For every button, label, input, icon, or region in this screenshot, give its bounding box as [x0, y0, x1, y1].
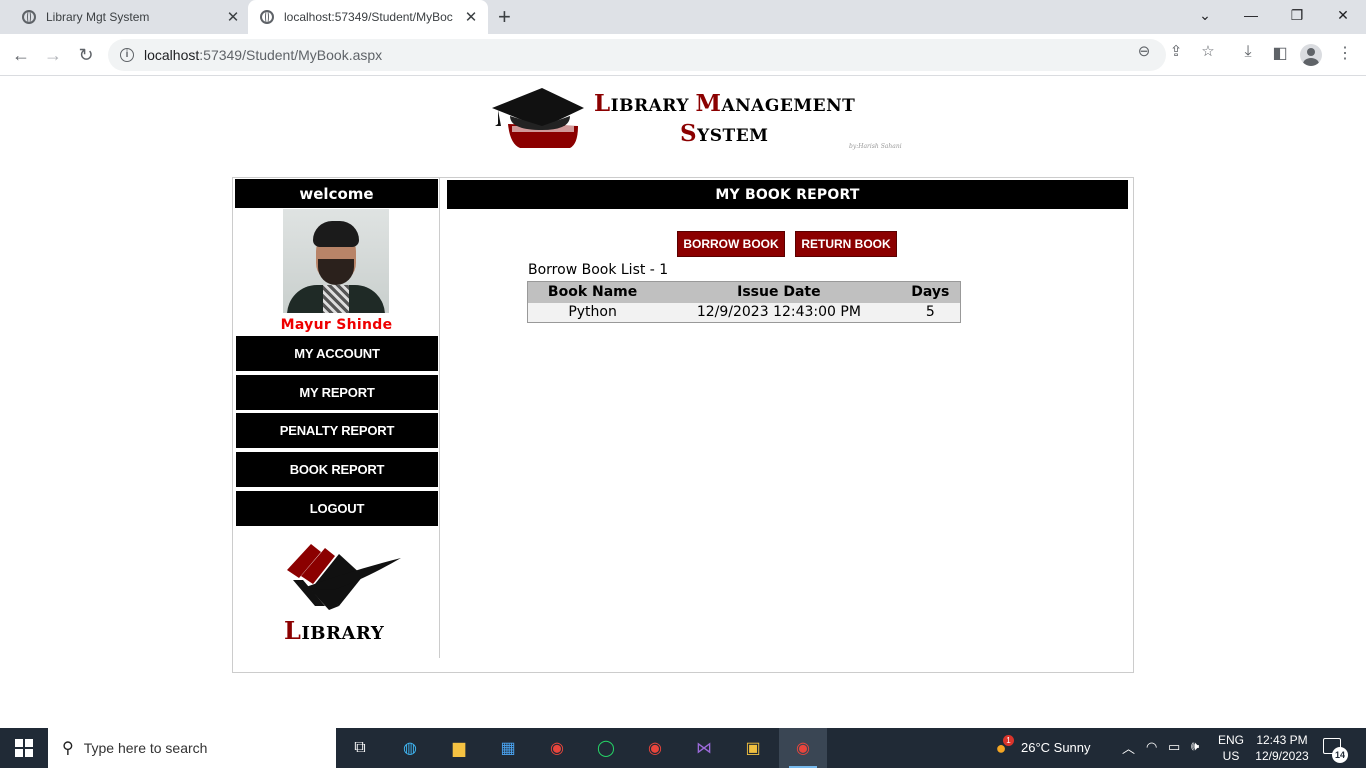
chrome-active-icon[interactable]: ◉	[791, 736, 815, 760]
logo-cap-l: L	[284, 616, 302, 645]
welcome-banner: welcome	[235, 179, 438, 208]
chevron-up-icon[interactable]: ︿	[1122, 738, 1135, 757]
back-arrow-icon[interactable]: ←	[8, 42, 34, 68]
whatsapp-icon[interactable]: ◯	[594, 736, 618, 760]
site-title-line2: SYSTEM	[680, 120, 768, 147]
title-cap-s: S	[680, 120, 698, 147]
start-button[interactable]	[0, 728, 48, 768]
notification-badge: 14	[1332, 747, 1348, 763]
file-explorer-icon[interactable]: ▆	[447, 736, 471, 760]
title-text-c: YSTEM	[697, 126, 769, 146]
browser-tab-bar: Library Mgt System ✕ localhost:57349/Stu…	[0, 0, 1366, 34]
content-area: MY BOOK REPORT BORROW BOOK RETURN BOOK B…	[447, 178, 1129, 658]
site-title-line1: LIBRARY MANAGEMENT	[594, 90, 855, 117]
language-indicator[interactable]: ENG US	[1216, 732, 1246, 764]
search-icon: ⚲	[62, 740, 74, 757]
profile-avatar-icon[interactable]	[1300, 44, 1322, 66]
page-title: MY BOOK REPORT	[447, 180, 1128, 209]
clock-time: 12:43 PM	[1256, 733, 1308, 747]
cell-book-name: Python	[527, 302, 658, 323]
logo-text-rest: IBRARY	[301, 623, 385, 644]
tab-title: localhost:57349/Student/MyBoc	[284, 10, 453, 24]
main-frame: welcome Mayur Shinde MY ACCOUNT MY REPOR…	[232, 177, 1134, 673]
student-photo	[283, 209, 389, 313]
table-header-row: Book Name Issue Date Days	[527, 281, 961, 303]
close-icon[interactable]: ✕	[226, 8, 240, 26]
sidebar: welcome Mayur Shinde MY ACCOUNT MY REPOR…	[233, 178, 440, 658]
store-icon[interactable]: ▦	[496, 736, 520, 760]
side-panel-icon[interactable]: ◧	[1269, 43, 1291, 63]
menu-my-account[interactable]: MY ACCOUNT	[236, 336, 438, 371]
star-icon[interactable]: ☆	[1198, 42, 1218, 60]
borrow-list-caption: Borrow Book List - 1	[528, 262, 669, 278]
volume-icon[interactable]: 🕪	[1191, 738, 1199, 754]
forward-arrow-icon[interactable]: →	[40, 42, 66, 68]
address-path: :57349/Student/MyBook.aspx	[199, 47, 383, 63]
cell-days: 5	[900, 302, 961, 323]
clock-date: 12/9/2023	[1255, 749, 1309, 763]
windows-taskbar: ⚲ Type here to search ⧉ ◍ ▆ ▦ ◉ ◯ ◉ ⋈ ▣ …	[0, 728, 1366, 768]
zoom-icon[interactable]: ⊖	[1134, 42, 1154, 60]
cell-issue-date: 12/9/2023 12:43:00 PM	[657, 302, 901, 323]
globe-icon	[22, 10, 36, 24]
student-name: Mayur Shinde	[280, 317, 393, 333]
library-logo: LIBRARY	[273, 540, 403, 645]
chevron-down-icon[interactable]: ⌄	[1182, 0, 1228, 30]
books-icon	[287, 544, 401, 610]
close-icon[interactable]: ✕	[464, 8, 478, 26]
header-book-name: Book Name	[527, 281, 658, 303]
title-cap-l: L	[594, 90, 611, 117]
title-cap-m: M	[695, 90, 722, 117]
chrome-icon[interactable]: ◉	[545, 736, 569, 760]
browser-toolbar: ← → ↻ i localhost:57349/Student/MyBook.a…	[0, 34, 1366, 76]
menu-book-report[interactable]: BOOK REPORT	[236, 452, 438, 487]
menu-my-report[interactable]: MY REPORT	[236, 375, 438, 410]
chrome-profile-icon[interactable]: ◉	[643, 736, 667, 760]
sticky-app-icon[interactable]: ▣	[741, 736, 765, 760]
restore-icon[interactable]: ❐	[1274, 0, 1320, 30]
download-icon[interactable]: ⤓	[1237, 43, 1259, 61]
windows-logo-icon	[15, 739, 33, 757]
header-issue-date: Issue Date	[657, 281, 901, 303]
taskbar-clock[interactable]: 12:43 PM 12/9/2023	[1252, 732, 1312, 764]
share-icon[interactable]: ⇪	[1166, 42, 1186, 60]
browser-tab-mybook[interactable]: localhost:57349/Student/MyBoc ✕	[248, 0, 488, 34]
title-text-b: ANAGEMENT	[721, 96, 856, 116]
tab-title: Library Mgt System	[46, 10, 150, 24]
globe-icon	[260, 10, 274, 24]
taskbar-search[interactable]: ⚲ Type here to search	[48, 728, 336, 768]
table-row: Python 12/9/2023 12:43:00 PM 5	[527, 302, 961, 323]
lang-line1: ENG	[1217, 733, 1244, 747]
plus-icon[interactable]: +	[498, 5, 511, 29]
info-icon[interactable]: i	[120, 48, 134, 62]
address-host: localhost	[144, 47, 200, 63]
more-menu-icon[interactable]: ⋮	[1334, 43, 1356, 63]
library-logo-text: LIBRARY	[284, 616, 384, 645]
borrow-book-table: Book Name Issue Date Days Python 12/9/20…	[527, 281, 961, 323]
search-placeholder: Type here to search	[83, 740, 208, 756]
visual-studio-icon[interactable]: ⋈	[692, 736, 716, 760]
task-view-icon[interactable]: ⧉	[348, 736, 372, 760]
title-text-a: IBRARY	[610, 96, 696, 116]
borrow-book-button[interactable]: BORROW BOOK	[677, 231, 785, 257]
weather-text[interactable]: 26°C Sunny	[1021, 740, 1091, 755]
lang-line2: US	[1222, 749, 1240, 763]
battery-icon[interactable]: ▭	[1168, 739, 1180, 755]
menu-penalty-report[interactable]: PENALTY REPORT	[236, 413, 438, 448]
address-bar[interactable]: i localhost:57349/Student/MyBook.aspx	[108, 39, 1166, 71]
graduation-cap-icon	[492, 88, 584, 148]
edge-icon[interactable]: ◍	[398, 736, 422, 760]
header-days: Days	[900, 281, 961, 303]
byline: by:Harish Sahani	[849, 143, 902, 150]
window-close-icon[interactable]: ✕	[1320, 0, 1366, 30]
minimize-icon[interactable]: —	[1228, 0, 1274, 30]
reload-icon[interactable]: ↻	[73, 42, 99, 68]
network-icon[interactable]: ◠	[1146, 739, 1157, 755]
return-book-button[interactable]: RETURN BOOK	[795, 231, 897, 257]
site-header-logo: LIBRARY MANAGEMENT SYSTEM by:Harish Saha…	[490, 86, 910, 156]
browser-tab-library[interactable]: Library Mgt System ✕	[12, 0, 244, 34]
menu-logout[interactable]: LOGOUT	[236, 491, 438, 526]
weather-badge: 1	[1003, 735, 1014, 746]
